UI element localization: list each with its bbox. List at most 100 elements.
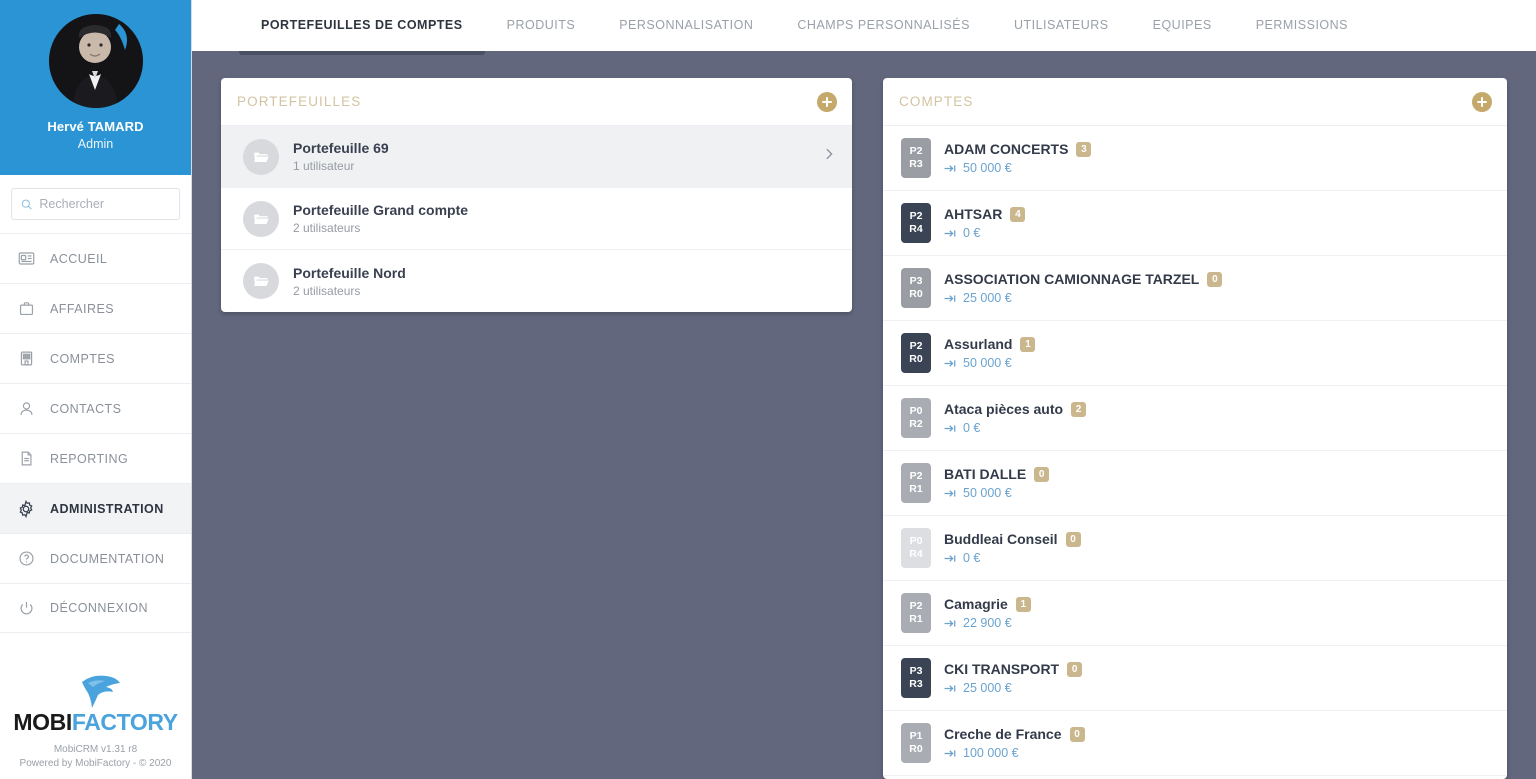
brand-word-part2: FACTORY — [71, 709, 178, 735]
compte-row[interactable]: P0 R2 Ataca pièces auto 2 0 € — [883, 386, 1507, 451]
compte-amount-row: 50 000 € — [944, 356, 1035, 370]
compte-row[interactable]: P1 R0 Creche de France 0 100 000 € — [883, 711, 1507, 776]
rank-value: R0 — [909, 743, 923, 755]
rank-value: R1 — [909, 483, 923, 495]
compte-amount-row: 50 000 € — [944, 161, 1091, 175]
brand-word-part1: MOBI — [13, 709, 72, 735]
compte-amount: 0 € — [963, 421, 981, 435]
compte-text: Camagrie 1 22 900 € — [944, 596, 1031, 630]
compte-row[interactable]: P2 R0 Assurland 1 50 000 € — [883, 321, 1507, 386]
compte-row[interactable]: P2 R1 BATI DALLE 0 50 000 € — [883, 451, 1507, 516]
search-box[interactable] — [11, 188, 180, 220]
sidebar-item-deconnexion[interactable]: DÉCONNEXION — [0, 583, 191, 633]
arrow-to-bar-icon — [944, 424, 956, 432]
compte-amount: 22 900 € — [963, 616, 1012, 630]
search-input[interactable] — [39, 197, 170, 211]
priority-value: P1 — [909, 729, 923, 742]
tab-produits[interactable]: PRODUITS — [485, 0, 598, 51]
portefeuille-row[interactable]: Portefeuille 69 1 utilisateur — [221, 126, 852, 188]
arrow-to-bar-icon — [944, 749, 956, 757]
priority-value: P0 — [909, 404, 923, 417]
priority-rank-badge: P3 R3 — [901, 658, 931, 698]
compte-name-row: CKI TRANSPORT 0 — [944, 661, 1083, 677]
compte-count-badge: 4 — [1010, 206, 1026, 222]
compte-text: Assurland 1 50 000 € — [944, 336, 1036, 370]
tab-label: CHAMPS PERSONNALISÉS — [797, 18, 970, 32]
gear-icon — [16, 499, 36, 518]
tab-equipes[interactable]: EQUIPES — [1131, 0, 1234, 51]
portefeuille-row[interactable]: Portefeuille Nord 2 utilisateurs — [221, 250, 852, 312]
arrow-to-bar-icon — [944, 229, 956, 237]
comptes-panel-title: COMPTES — [899, 94, 974, 109]
add-portefeuille-button[interactable] — [817, 91, 837, 112]
app-root: Hervé TAMARD Admin ACCUEIL — [0, 0, 1536, 779]
sidebar-item-reporting[interactable]: REPORTING — [0, 433, 191, 483]
compte-row[interactable]: P2 R3 ADAM CONCERTS 3 50 000 € — [883, 126, 1507, 191]
priority-value: P2 — [909, 339, 923, 352]
sidebar-item-comptes[interactable]: COMPTES — [0, 333, 191, 383]
building-icon — [16, 350, 36, 367]
compte-name-row: BATI DALLE 0 — [944, 466, 1050, 482]
compte-amount: 0 € — [963, 551, 981, 565]
compte-name-row: Creche de France 0 — [944, 726, 1085, 742]
comptes-list[interactable]: P2 R3 ADAM CONCERTS 3 50 000 € P2 R4 AHTSAR 4 0 €… — [883, 126, 1507, 779]
sidebar-item-accueil[interactable]: ACCUEIL — [0, 233, 191, 283]
compte-count-badge: 0 — [1069, 726, 1085, 742]
priority-value: P3 — [909, 274, 923, 287]
compte-name-row: ADAM CONCERTS 3 — [944, 141, 1092, 157]
sidebar-item-documentation[interactable]: DOCUMENTATION — [0, 533, 191, 583]
compte-name: Camagrie — [944, 596, 1008, 612]
sidebar-item-administration[interactable]: ADMINISTRATION — [0, 483, 191, 533]
sidebar-item-label: CONTACTS — [50, 401, 122, 416]
priority-value: P0 — [909, 534, 923, 547]
compte-amount: 25 000 € — [963, 291, 1012, 305]
compte-text: AHTSAR 4 0 € — [944, 206, 1026, 240]
priority-value: P2 — [909, 209, 923, 222]
portefeuilles-panel-title: PORTEFEUILLES — [237, 94, 362, 109]
compte-amount-row: 100 000 € — [944, 746, 1085, 760]
sidebar-item-affaires[interactable]: AFFAIRES — [0, 283, 191, 333]
tab-label: PRODUITS — [506, 18, 576, 32]
user-profile-block: Hervé TAMARD Admin — [0, 0, 191, 175]
sidebar-item-label: DÉCONNEXION — [50, 601, 149, 615]
tab-portefeuilles-de-comptes[interactable]: PORTEFEUILLES DE COMPTES — [239, 0, 485, 55]
folder-icon — [243, 138, 279, 175]
tab-permissions[interactable]: PERMISSIONS — [1234, 0, 1370, 51]
arrow-to-bar-icon — [944, 164, 956, 172]
portefeuille-name: Portefeuille 69 — [293, 140, 389, 156]
sidebar-item-contacts[interactable]: CONTACTS — [0, 383, 191, 433]
compte-row[interactable]: P2 R4 AHTSAR 4 0 € — [883, 191, 1507, 256]
folder-icon — [243, 263, 279, 299]
priority-rank-badge: P2 R1 — [901, 593, 931, 633]
compte-name: Ataca pièces auto — [944, 401, 1064, 417]
compte-name-row: ASSOCIATION CAMIONNAGE TARZEL 0 — [944, 271, 1223, 287]
compte-row[interactable]: P2 R1 Camagrie 1 22 900 € — [883, 581, 1507, 646]
compte-count-badge: 0 — [1207, 271, 1223, 287]
compte-amount: 25 000 € — [963, 681, 1012, 695]
compte-row[interactable]: P3 R0 ASSOCIATION CAMIONNAGE TARZEL 0 25 000… — [883, 256, 1507, 321]
tab-champs-personnalises[interactable]: CHAMPS PERSONNALISÉS — [775, 0, 992, 51]
priority-rank-badge: P2 R3 — [901, 138, 931, 178]
chevron-right-icon[interactable] — [822, 147, 836, 166]
sidebar-item-label: ADMINISTRATION — [50, 501, 164, 516]
power-icon — [16, 600, 36, 617]
sidebar: Hervé TAMARD Admin ACCUEIL — [0, 0, 192, 779]
tab-label: PERSONNALISATION — [619, 18, 754, 32]
compte-text: Ataca pièces auto 2 0 € — [944, 401, 1087, 435]
sidebar-item-label: REPORTING — [50, 451, 129, 466]
comptes-panel-header: COMPTES — [883, 78, 1507, 126]
profile-name: Hervé TAMARD — [47, 119, 144, 134]
compte-row[interactable]: P0 R4 Buddleai Conseil 0 0 € — [883, 516, 1507, 581]
compte-text: Creche de France 0 100 000 € — [944, 726, 1085, 760]
portefeuille-row[interactable]: Portefeuille Grand compte 2 utilisateurs — [221, 188, 852, 250]
priority-rank-badge: P0 R4 — [901, 528, 931, 568]
portefeuille-name: Portefeuille Grand compte — [293, 202, 469, 218]
compte-text: BATI DALLE 0 50 000 € — [944, 466, 1050, 500]
tab-personnalisation[interactable]: PERSONNALISATION — [597, 0, 775, 51]
compte-name: Buddleai Conseil — [944, 531, 1058, 547]
compte-row[interactable]: P3 R3 CKI TRANSPORT 0 25 000 € — [883, 646, 1507, 711]
sidebar-nav: ACCUEIL AFFAIRES COMPTES CONTACTS REPORT… — [0, 233, 191, 633]
tab-utilisateurs[interactable]: UTILISATEURS — [992, 0, 1131, 51]
add-compte-button[interactable] — [1472, 91, 1492, 112]
folder-icon — [243, 200, 279, 237]
